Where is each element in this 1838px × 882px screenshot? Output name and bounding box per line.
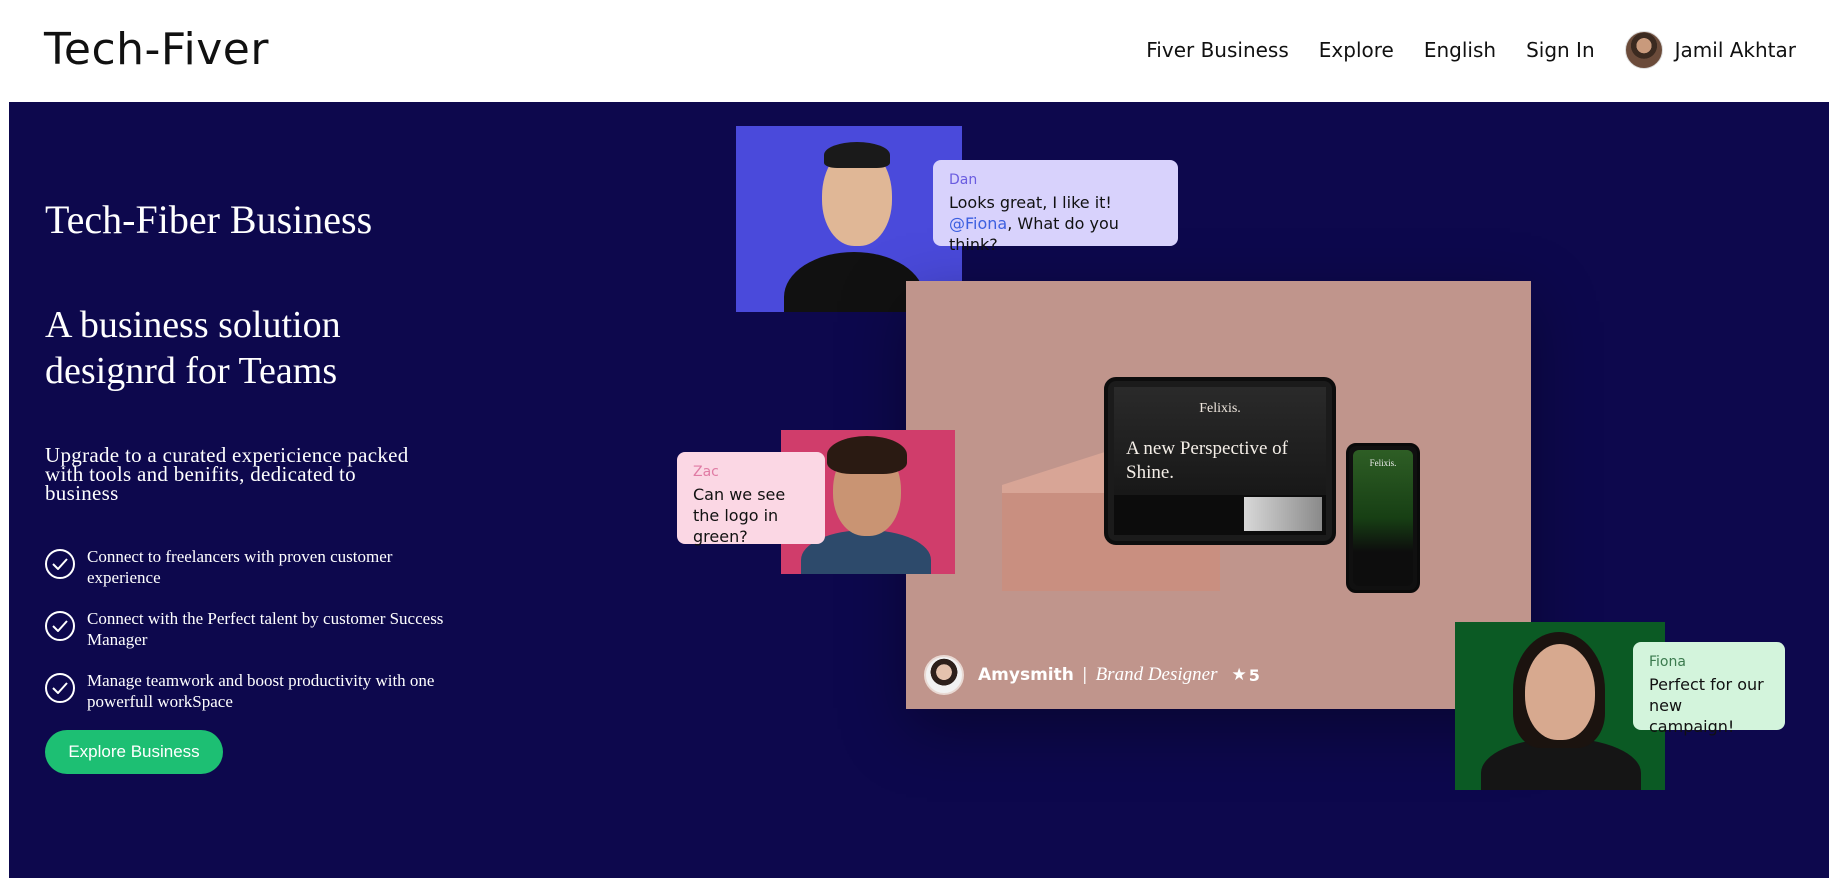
phone-mockup: Felixis. — [1346, 443, 1420, 593]
bubble-message: Looks great, I like it! @Fiona, What do … — [949, 192, 1162, 255]
nav-fiver-business[interactable]: Fiver Business — [1146, 38, 1289, 62]
phone-screen: Felixis. — [1353, 450, 1413, 586]
mention-link[interactable]: @Fiona — [949, 214, 1007, 233]
tablet-screen: Felixis. A new Perspective of Shine. — [1114, 387, 1326, 535]
star-icon: ★ — [1231, 665, 1247, 685]
person-body — [784, 252, 924, 312]
hero-subheading: Upgrade to a curated expericience packed… — [45, 443, 409, 505]
bubble-line: Looks great, I like it! — [949, 193, 1112, 212]
feature-text: Connect with the Perfect talent by custo… — [87, 609, 444, 649]
person-hair — [824, 142, 890, 168]
feature-item: Manage teamwork and boost productivity w… — [45, 670, 465, 712]
user-avatar[interactable] — [1624, 31, 1663, 69]
bubble-line: @Fiona, What do you think? — [949, 213, 1162, 255]
hero-eyebrow: Tech-Fiber Business — [45, 197, 373, 242]
gig-showcase-card[interactable]: Felixis. A new Perspective of Shine. Fel… — [906, 281, 1531, 709]
explore-business-button[interactable]: Explore Business — [45, 730, 223, 774]
feature-list: Connect to freelancers with proven custo… — [45, 546, 465, 732]
seller-avatar[interactable] — [924, 655, 964, 695]
separator: | — [1081, 665, 1088, 685]
feature-item: Connect with the Perfect talent by custo… — [45, 608, 465, 650]
tablet-title: A new Perspective of Shine. — [1126, 438, 1288, 483]
bubble-message: Can we see the logo in green? — [693, 485, 786, 546]
bubble-message: Perfect for our new campaign! — [1649, 675, 1764, 736]
feature-item: Connect to freelancers with proven custo… — [45, 546, 465, 588]
tablet-brand: Felixis. — [1199, 401, 1241, 416]
chat-bubble-fiona: Fiona Perfect for our new campaign! — [1633, 642, 1785, 736]
user-name[interactable]: Jamil Akhtar — [1675, 38, 1796, 62]
person-head — [1525, 644, 1595, 740]
chat-bubble-dan: Dan Looks great, I like it! @Fiona, What… — [933, 160, 1178, 254]
check-circle-icon — [45, 611, 75, 641]
bubble-author: Zac — [693, 464, 719, 480]
bubble-author: Dan — [949, 172, 978, 188]
bubble-author: Fiona — [1649, 654, 1686, 670]
check-circle-icon — [45, 549, 75, 579]
seller-role: Brand Designer — [1095, 664, 1218, 685]
phone-brand: Felixis. — [1369, 458, 1397, 468]
hero-headline: A business solution designrd for Teams — [45, 304, 341, 392]
tablet-mockup: Felixis. A new Perspective of Shine. — [1104, 377, 1336, 545]
main-nav: Fiver Business Explore English Sign In J… — [1116, 30, 1796, 70]
rating-value: 5 — [1248, 665, 1260, 685]
seller-name[interactable]: Amysmith — [978, 665, 1074, 685]
chat-bubble-zac: Zac Can we see the logo in green? — [677, 452, 825, 546]
feature-text: Manage teamwork and boost productivity w… — [87, 671, 435, 711]
seller-info: Amysmith | Brand Designer ★ 5 — [924, 655, 1260, 695]
feature-text: Connect to freelancers with proven custo… — [87, 547, 393, 587]
nav-explore[interactable]: Explore — [1319, 38, 1394, 62]
nav-language[interactable]: English — [1424, 38, 1496, 62]
tablet-thumbnail — [1244, 497, 1322, 531]
top-navigation-bar: Tech-Fiver Fiver Business Explore Englis… — [0, 0, 1838, 102]
person-hair — [827, 436, 907, 474]
seller-rating: ★ 5 — [1231, 665, 1259, 685]
nav-sign-in[interactable]: Sign In — [1526, 38, 1595, 62]
hero-section: Tech-Fiber Business A business solution … — [9, 102, 1829, 878]
user-menu[interactable]: Jamil Akhtar — [1624, 31, 1796, 69]
site-logo[interactable]: Tech-Fiver — [44, 24, 269, 75]
check-circle-icon — [45, 673, 75, 703]
